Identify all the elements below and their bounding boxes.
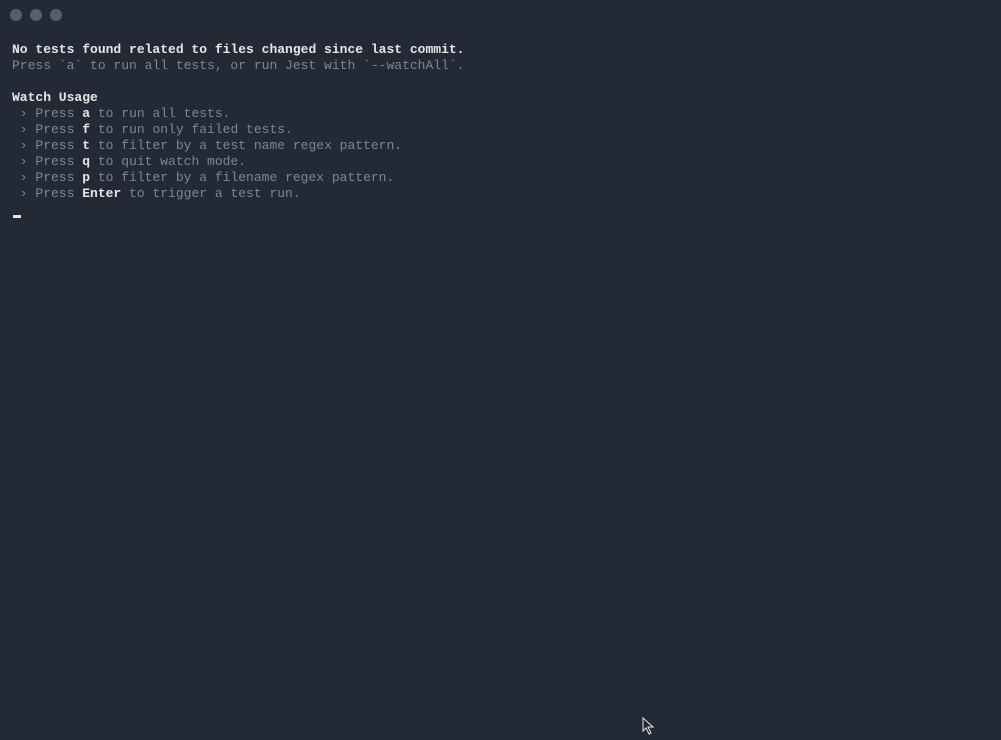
watch-key: f [82,122,90,137]
watch-item: › Press q to quit watch mode. [12,154,989,170]
caret-icon: › [12,186,35,201]
terminal-output[interactable]: No tests found related to files changed … [0,30,1001,218]
watch-item: › Press p to filter by a filename regex … [12,170,989,186]
press-label: Press [35,106,82,121]
watch-desc: to run only failed tests. [90,122,293,137]
no-tests-message: No tests found related to files changed … [12,42,989,58]
maximize-window-button[interactable] [50,9,62,21]
hint-message: Press `a` to run all tests, or run Jest … [12,58,989,74]
watch-desc: to trigger a test run. [121,186,300,201]
press-label: Press [35,186,82,201]
watch-usage-title: Watch Usage [12,90,989,106]
caret-icon: › [12,154,35,169]
press-label: Press [35,122,82,137]
watch-key: Enter [82,186,121,201]
caret-icon: › [12,122,35,137]
watch-key: p [82,170,90,185]
watch-item: › Press f to run only failed tests. [12,122,989,138]
caret-icon: › [12,138,35,153]
watch-item: › Press t to filter by a test name regex… [12,138,989,154]
caret-icon: › [12,106,35,121]
press-label: Press [35,154,82,169]
terminal-cursor [12,202,989,218]
blank-line [12,74,989,90]
mouse-cursor-icon [642,717,656,740]
watch-desc: to run all tests. [90,106,230,121]
watch-desc: to quit watch mode. [90,154,246,169]
window-titlebar [0,0,1001,30]
watch-item: › Press a to run all tests. [12,106,989,122]
watch-desc: to filter by a filename regex pattern. [90,170,394,185]
watch-key: t [82,138,90,153]
minimize-window-button[interactable] [30,9,42,21]
press-label: Press [35,170,82,185]
close-window-button[interactable] [10,9,22,21]
watch-key: a [82,106,90,121]
watch-desc: to filter by a test name regex pattern. [90,138,402,153]
watch-key: q [82,154,90,169]
watch-item: › Press Enter to trigger a test run. [12,186,989,202]
caret-icon: › [12,170,35,185]
press-label: Press [35,138,82,153]
